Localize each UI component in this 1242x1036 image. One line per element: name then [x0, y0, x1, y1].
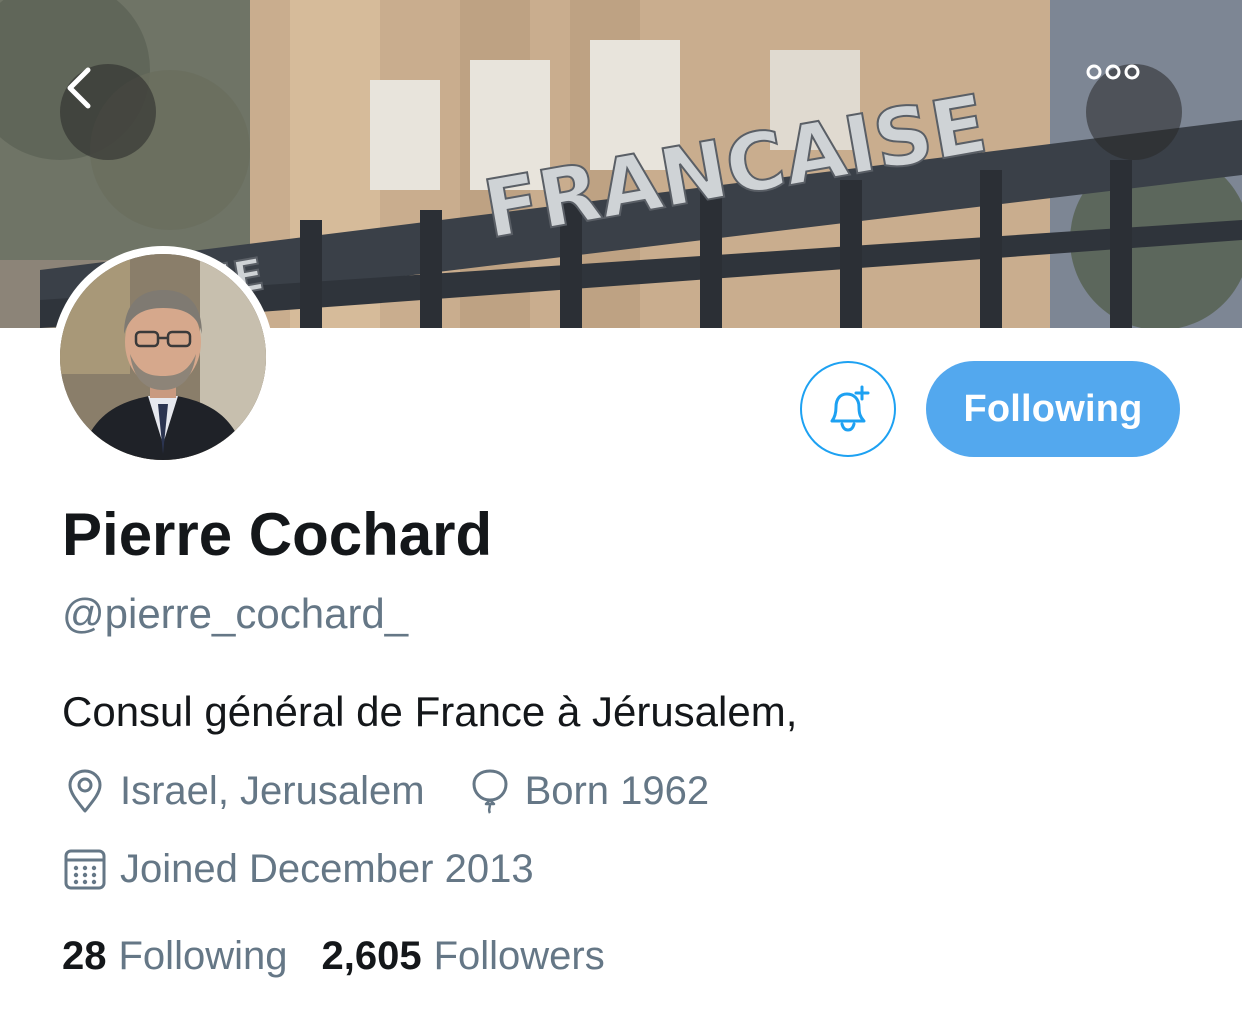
profile-name: Pierre Cochard — [62, 501, 493, 568]
location-item: Israel, Jerusalem — [62, 768, 425, 814]
profile-handle: @pierre_cochard_ — [62, 590, 409, 637]
location-pin-icon — [62, 768, 108, 814]
chevron-left-icon — [67, 67, 91, 109]
back-button[interactable] — [60, 64, 156, 160]
avatar-portrait — [60, 254, 266, 460]
profile-bio: Consul général de France à Jérusalem, — [62, 688, 798, 735]
birth-item: Born 1962 — [467, 768, 710, 814]
profile-meta-row: Israel, Jerusalem Born 1962 — [62, 768, 751, 814]
bell-plus-icon — [830, 385, 870, 432]
followers-link[interactable]: Followers — [434, 934, 605, 979]
followers-count[interactable]: 2,605 — [321, 934, 421, 979]
joined-item: Joined December 2013 — [62, 846, 534, 892]
following-button-label: Following — [963, 387, 1143, 430]
avatar-photo — [60, 254, 266, 460]
profile-meta-row: Joined December 2013 — [62, 846, 576, 892]
more-dots-icon — [1086, 64, 1140, 80]
following-link[interactable]: Following — [119, 934, 288, 979]
profile-stats: 28 Following 2,605 Followers — [62, 934, 639, 979]
banner-sign-text: FRANCAISE — [477, 77, 993, 257]
following-button[interactable]: Following — [926, 361, 1180, 457]
notifications-button[interactable] — [800, 361, 896, 457]
joined-text: Joined December 2013 — [120, 846, 534, 891]
following-count[interactable]: 28 — [62, 934, 107, 979]
more-options-button[interactable] — [1086, 64, 1182, 160]
avatar[interactable] — [52, 246, 274, 468]
calendar-icon — [62, 846, 108, 892]
balloon-icon — [467, 768, 513, 814]
birth-text: Born 1962 — [524, 768, 710, 813]
location-text: Israel, Jerusalem — [120, 768, 425, 813]
